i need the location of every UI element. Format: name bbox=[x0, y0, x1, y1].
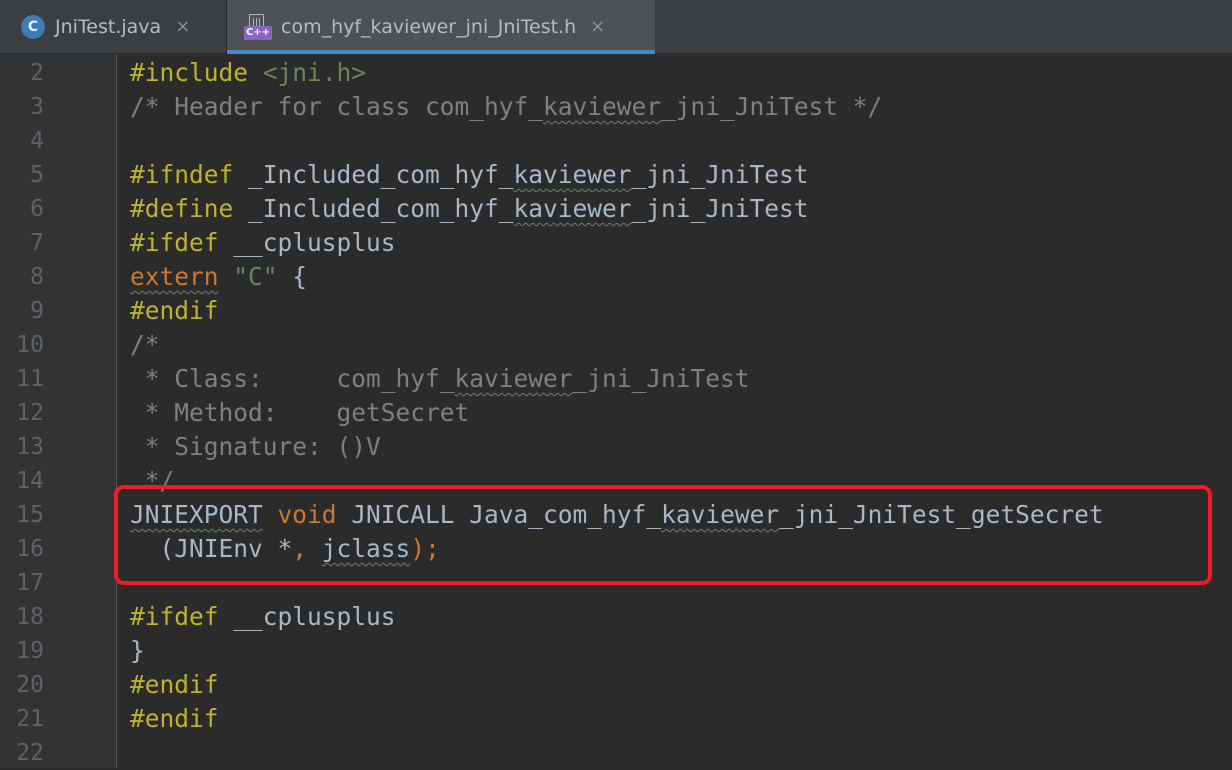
code-text: #endif bbox=[130, 294, 219, 328]
close-tab-icon[interactable]: × bbox=[590, 18, 605, 36]
code-line[interactable]: 12 * Method: getSecret bbox=[0, 396, 1232, 430]
line-number: 19 bbox=[16, 638, 44, 664]
code-token: extern bbox=[130, 262, 219, 291]
code-token: #endif bbox=[130, 296, 219, 325]
code-token: #ifdef bbox=[130, 602, 219, 631]
code-text: /* bbox=[130, 328, 160, 362]
code-token: _jni_JniTest bbox=[631, 160, 809, 189]
code-text: /* Header for class com_hyf_kaviewer_jni… bbox=[130, 90, 882, 124]
line-number: 16 bbox=[16, 536, 44, 562]
cpp-header-file-icon: C++ bbox=[244, 12, 272, 42]
cpp-badge: C++ bbox=[244, 26, 272, 40]
line-number: 10 bbox=[16, 332, 44, 358]
code-token: { bbox=[277, 262, 308, 291]
code-token: #endif bbox=[130, 704, 219, 733]
line-number: 15 bbox=[16, 502, 44, 528]
code-token: kaviewer bbox=[513, 160, 632, 189]
code-token: /* bbox=[130, 330, 160, 359]
code-token: kaviewer bbox=[513, 194, 632, 223]
code-line[interactable]: 13 * Signature: ()V bbox=[0, 430, 1232, 464]
code-line[interactable]: 20 #endif bbox=[0, 668, 1232, 702]
code-token: _Included_com_hyf_ bbox=[233, 160, 514, 189]
code-text: #include <jni.h> bbox=[130, 56, 366, 90]
code-text: #endif bbox=[130, 702, 219, 736]
code-line[interactable]: 6 #define _Included_com_hyf_kaviewer_jni_… bbox=[0, 192, 1232, 226]
tab-label: com_hyf_kaviewer_jni_JniTest.h bbox=[281, 16, 577, 38]
code-text: #ifndef _Included_com_hyf_kaviewer_jni_J… bbox=[130, 158, 809, 192]
code-token: #ifdef bbox=[130, 228, 219, 257]
code-token: __cplusplus bbox=[218, 602, 396, 631]
line-number: 14 bbox=[16, 468, 44, 494]
line-number: 6 bbox=[30, 196, 44, 222]
code-line[interactable]: 5 #ifndef _Included_com_hyf_kaviewer_jni_… bbox=[0, 158, 1232, 192]
code-text: * Signature: ()V bbox=[130, 430, 381, 464]
code-token: * Class: com_hyf_ bbox=[130, 364, 455, 393]
code-line[interactable]: 7 #ifdef __cplusplus bbox=[0, 226, 1232, 260]
line-number: 9 bbox=[30, 298, 44, 324]
line-number: 17 bbox=[16, 570, 44, 596]
tab-jnitest-java[interactable]: C JniTest.java × bbox=[0, 0, 226, 54]
code-token: #endif bbox=[130, 670, 219, 699]
line-number: 20 bbox=[16, 672, 44, 698]
code-line[interactable]: 9 #endif bbox=[0, 294, 1232, 328]
code-line[interactable]: 22 bbox=[0, 736, 1232, 770]
code-token: } bbox=[130, 636, 145, 665]
code-token: * Signature: ()V bbox=[130, 432, 381, 461]
code-line[interactable]: 18 #ifdef __cplusplus bbox=[0, 600, 1232, 634]
code-editor[interactable]: 2 #include <jni.h> 3 /* Header for class co… bbox=[0, 54, 1232, 768]
code-token: _jni_JniTest */ bbox=[661, 92, 883, 121]
line-number: 8 bbox=[30, 264, 44, 290]
line-number: 18 bbox=[16, 604, 44, 630]
highlight-annotation-box bbox=[114, 485, 1212, 585]
code-text: #ifdef __cplusplus bbox=[130, 226, 396, 260]
code-text: * Method: getSecret bbox=[130, 396, 470, 430]
code-text: #ifdef __cplusplus bbox=[130, 600, 396, 634]
line-number: 13 bbox=[16, 434, 44, 460]
code-token: __cplusplus bbox=[218, 228, 396, 257]
code-text: } bbox=[130, 634, 145, 668]
code-token: _jni_JniTest bbox=[631, 194, 809, 223]
line-number: 21 bbox=[16, 706, 44, 732]
java-class-icon: C bbox=[21, 15, 45, 39]
code-text: * Class: com_hyf_kaviewer_jni_JniTest bbox=[130, 362, 750, 396]
tab-jni-header[interactable]: C++ com_hyf_kaviewer_jni_JniTest.h × bbox=[227, 0, 655, 54]
code-token: "C" bbox=[233, 262, 278, 291]
code-line[interactable]: 21 #endif bbox=[0, 702, 1232, 736]
editor-tab-bar: C JniTest.java × C++ com_hyf_kaviewer_jn… bbox=[0, 0, 1232, 54]
code-text: #endif bbox=[130, 668, 219, 702]
code-token: * Method: getSecret bbox=[130, 398, 470, 427]
line-number: 7 bbox=[30, 230, 44, 256]
code-line[interactable]: 8 extern "C" { bbox=[0, 260, 1232, 294]
line-number: 4 bbox=[30, 128, 44, 154]
code-token: #define bbox=[130, 194, 234, 223]
line-number: 11 bbox=[16, 366, 44, 392]
line-number: 3 bbox=[30, 94, 44, 120]
line-number: 2 bbox=[30, 60, 44, 86]
code-text: extern "C" { bbox=[130, 260, 307, 294]
line-number: 12 bbox=[16, 400, 44, 426]
code-line[interactable]: 3 /* Header for class com_hyf_kaviewer_jn… bbox=[0, 90, 1232, 124]
code-token: _Included_com_hyf_ bbox=[233, 194, 514, 223]
code-token: /* Header for class com_hyf_ bbox=[130, 92, 544, 121]
code-text: #define _Included_com_hyf_kaviewer_jni_J… bbox=[130, 192, 809, 226]
code-line[interactable]: 19} bbox=[0, 634, 1232, 668]
code-token: kaviewer bbox=[543, 92, 662, 121]
code-line[interactable]: 4 bbox=[0, 124, 1232, 158]
code-line[interactable]: 10 /* bbox=[0, 328, 1232, 362]
code-token: _jni_JniTest bbox=[572, 364, 750, 393]
tab-label: JniTest.java bbox=[55, 16, 162, 38]
line-number: 5 bbox=[30, 162, 44, 188]
code-token: kaviewer bbox=[454, 364, 573, 393]
close-tab-icon[interactable]: × bbox=[175, 18, 190, 36]
code-token: #include bbox=[130, 58, 249, 87]
code-token: #ifndef bbox=[130, 160, 234, 189]
code-line[interactable]: 2 #include <jni.h> bbox=[0, 56, 1232, 90]
code-token: <jni.h> bbox=[262, 58, 367, 87]
line-number: 22 bbox=[16, 740, 44, 766]
code-line[interactable]: 11 * Class: com_hyf_kaviewer_jni_JniTest bbox=[0, 362, 1232, 396]
